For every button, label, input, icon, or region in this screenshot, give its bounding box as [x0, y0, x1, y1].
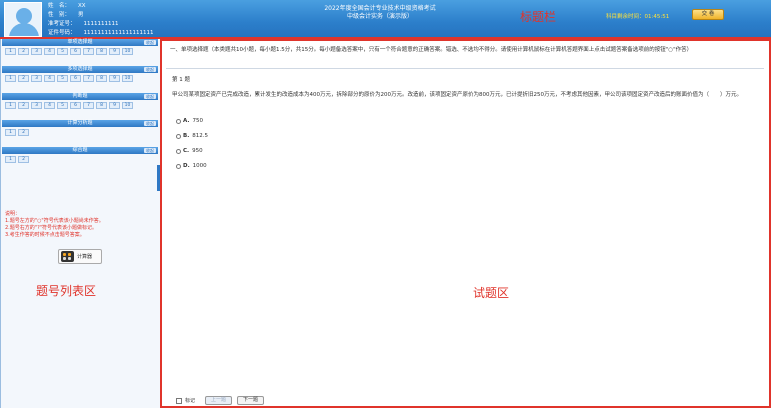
question-number-button[interactable]: 10: [122, 102, 133, 109]
question-number-button[interactable]: 7: [83, 48, 94, 55]
question-number-button[interactable]: 5: [57, 75, 68, 82]
question-number-row: 12: [5, 156, 31, 163]
question-number-row: 12: [5, 129, 31, 136]
question-number-button[interactable]: 5: [57, 102, 68, 109]
question-number-button[interactable]: 4: [44, 48, 55, 55]
question-area-annotation: 试题区: [473, 286, 510, 300]
calculator-icon: [61, 251, 74, 262]
question-number-button[interactable]: 6: [70, 48, 81, 55]
radio-button[interactable]: [176, 148, 181, 154]
collapse-button[interactable]: 收起: [144, 67, 156, 72]
avatar-head-icon: [16, 8, 32, 24]
question-number-button[interactable]: 1: [5, 129, 16, 136]
section-header[interactable]: 判断题 收起: [2, 93, 158, 100]
candidate-photo: [4, 2, 42, 37]
question-number-button[interactable]: 4: [44, 75, 55, 82]
question-number-button[interactable]: 3: [31, 102, 42, 109]
question-number-button[interactable]: 7: [83, 75, 94, 82]
title-bar: 姓 名： XX 性 别：男 准考证号： 1111111111 证件号码： 111111…: [0, 0, 771, 39]
legend-notes: 说明： 1.题号左方的"○"符号代表该小题尚未作答。 2.题号右方的"?"符号代…: [5, 211, 104, 238]
question-number-button[interactable]: 1: [5, 102, 16, 109]
question-stem: 甲公司某项固定资产已完成改造，累计发生的改造成本为400万元，拆除部分的原价为2…: [172, 92, 742, 98]
submit-exam-button[interactable]: 交 卷: [692, 9, 724, 20]
mark-checkbox[interactable]: [176, 397, 182, 404]
question-number-button[interactable]: 8: [96, 48, 107, 55]
radio-button[interactable]: [176, 133, 181, 139]
question-number-button[interactable]: 8: [96, 102, 107, 109]
question-number-button[interactable]: 3: [31, 48, 42, 55]
question-number-button[interactable]: 2: [18, 102, 29, 109]
question-footer: 标记 上一题 下一题: [176, 396, 265, 405]
question-number-button[interactable]: 7: [83, 102, 94, 109]
remaining-time: 科目剩余时间：01:45:51: [606, 14, 670, 20]
question-number-button[interactable]: 9: [109, 102, 120, 109]
question-number-button[interactable]: 2: [18, 156, 29, 163]
question-number-button[interactable]: 2: [18, 48, 29, 55]
question-number-button[interactable]: 1: [5, 75, 16, 82]
option-b[interactable]: B. 812.5: [176, 133, 208, 139]
section-header[interactable]: 综合题 收起: [2, 147, 158, 154]
question-number-button[interactable]: 2: [18, 129, 29, 136]
question-number-button[interactable]: 1: [5, 48, 16, 55]
collapse-button[interactable]: 收起: [144, 148, 156, 153]
question-number-button[interactable]: 10: [122, 48, 133, 55]
question-number-button[interactable]: 9: [109, 48, 120, 55]
radio-button[interactable]: [176, 163, 181, 169]
candidate-name: 姓 名： XX: [48, 3, 86, 9]
question-number-button[interactable]: 1: [5, 156, 16, 163]
candidate-gender: 性 别：男: [48, 12, 84, 18]
candidate-id-no: 证件号码： 11111111111111111111: [48, 30, 154, 36]
mark-label: 标记: [185, 398, 196, 404]
divider: [166, 68, 764, 69]
radio-button[interactable]: [176, 118, 181, 124]
question-number-button[interactable]: 3: [31, 75, 42, 82]
option-d[interactable]: D. 1000: [176, 163, 207, 169]
question-number-button[interactable]: 5: [57, 48, 68, 55]
question-list-annotation: 题号列表区: [36, 284, 97, 298]
question-number-button[interactable]: 9: [109, 75, 120, 82]
option-a[interactable]: A. 750: [176, 118, 203, 124]
question-number-button[interactable]: 6: [70, 102, 81, 109]
candidate-exam-no: 准考证号： 1111111111: [48, 21, 119, 27]
section-header[interactable]: 多项选择题 收起: [2, 66, 158, 73]
calculator-button[interactable]: 计算器: [58, 249, 102, 264]
prev-question-button[interactable]: 上一题: [205, 396, 233, 405]
section-instructions: 一、单项选择题（本类题共10小题，每小题1.5分，共15分。每小题备选答案中，只…: [170, 47, 693, 53]
question-number-button[interactable]: 6: [70, 75, 81, 82]
question-number-button[interactable]: 8: [96, 75, 107, 82]
question-number-button[interactable]: 4: [44, 102, 55, 109]
question-area: 一、单项选择题（本类题共10小题，每小题1.5分，共15分。每小题备选答案中，只…: [162, 39, 771, 408]
next-question-button[interactable]: 下一题: [237, 396, 265, 405]
question-number-row: 1 2 3 4 5 6 7 8 9 10: [5, 75, 135, 82]
collapse-button[interactable]: 收起: [144, 94, 156, 99]
sidebar-scrollbar[interactable]: [157, 165, 160, 191]
question-number-button[interactable]: 10: [122, 75, 133, 82]
option-c[interactable]: C. 950: [176, 148, 203, 154]
question-number-button[interactable]: 2: [18, 75, 29, 82]
collapse-button[interactable]: 收起: [144, 40, 156, 45]
section-header[interactable]: 单项选择题 收起: [2, 39, 158, 46]
exam-title: 2022年度全国会计专业技术中级资格考试 中级会计实务（演示版）: [324, 5, 436, 20]
collapse-button[interactable]: 收起: [144, 121, 156, 126]
question-number: 第 1 题: [172, 77, 190, 83]
question-number-row: 1 2 3 4 5 6 7 8 9 10: [5, 48, 135, 55]
question-list-panel: 单项选择题 收起 1 2 3 4 5 6 7 8 9 10 多项选择题 收起 1 2 3 4 5 6 7 8 9 10 判断题收…: [0, 39, 162, 408]
section-header[interactable]: 计算分析题 收起: [2, 120, 158, 127]
question-number-row: 1 2 3 4 5 6 7 8 9 10: [5, 102, 135, 109]
avatar-body-icon: [9, 23, 39, 36]
title-bar-annotation: 标题栏: [520, 10, 557, 24]
